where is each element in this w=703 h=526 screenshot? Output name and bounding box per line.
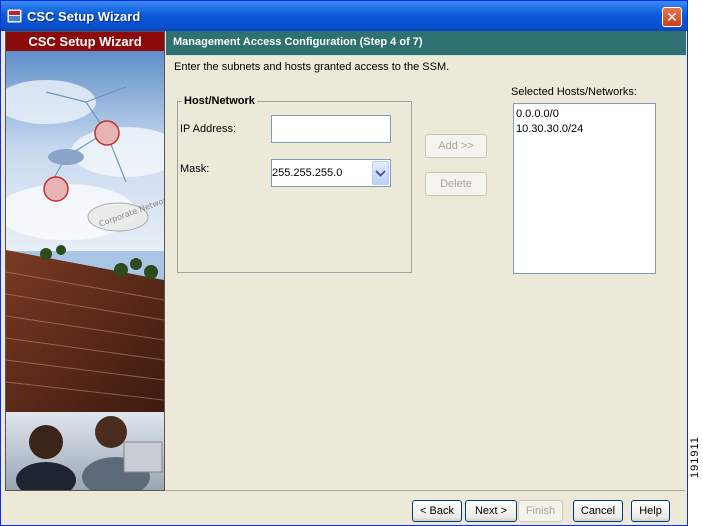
window-title: CSC Setup Wizard: [27, 9, 141, 24]
ip-address-input[interactable]: [271, 115, 391, 143]
mask-label: Mask:: [180, 163, 210, 175]
close-icon: ✕: [666, 9, 678, 25]
back-button[interactable]: < Back: [412, 500, 462, 522]
help-button[interactable]: Help: [631, 500, 670, 522]
sidebar-artwork: Corporate Network: [6, 51, 164, 490]
figure-id: 191911: [689, 436, 701, 478]
step-header: Management Access Configuration (Step 4 …: [166, 31, 686, 56]
mask-dropdown-button[interactable]: [372, 161, 389, 185]
step-title: Management Access Configuration (Step 4 …: [173, 36, 423, 48]
host-network-group-title: Host/Network: [182, 95, 257, 107]
delete-button[interactable]: Delete: [425, 172, 487, 196]
list-item[interactable]: 0.0.0.0/0: [516, 108, 559, 120]
next-button[interactable]: Next >: [465, 500, 517, 522]
app-icon: [7, 9, 22, 23]
cancel-button[interactable]: Cancel: [573, 500, 623, 522]
sidebar-title: CSC Setup Wizard: [6, 32, 164, 51]
footer-divider: [165, 490, 685, 491]
instruction-text: Enter the subnets and hosts granted acce…: [174, 61, 450, 73]
sidebar-illustration: Corporate Network CSC Setup Wizard: [5, 31, 165, 491]
close-button[interactable]: ✕: [662, 7, 682, 27]
ip-address-label: IP Address:: [180, 123, 237, 135]
selected-hosts-label: Selected Hosts/Networks:: [511, 86, 637, 98]
mask-dropdown[interactable]: 255.255.255.0: [271, 159, 391, 187]
add-button[interactable]: Add >>: [425, 134, 487, 158]
title-bar[interactable]: CSC Setup Wizard ✕: [1, 1, 687, 31]
selected-hosts-list[interactable]: 0.0.0.0/0 10.30.30.0/24: [513, 103, 656, 274]
chevron-down-icon: [375, 170, 386, 177]
finish-button[interactable]: Finish: [518, 500, 563, 522]
mask-value: 255.255.255.0: [272, 167, 343, 179]
list-item[interactable]: 10.30.30.0/24: [516, 123, 583, 135]
